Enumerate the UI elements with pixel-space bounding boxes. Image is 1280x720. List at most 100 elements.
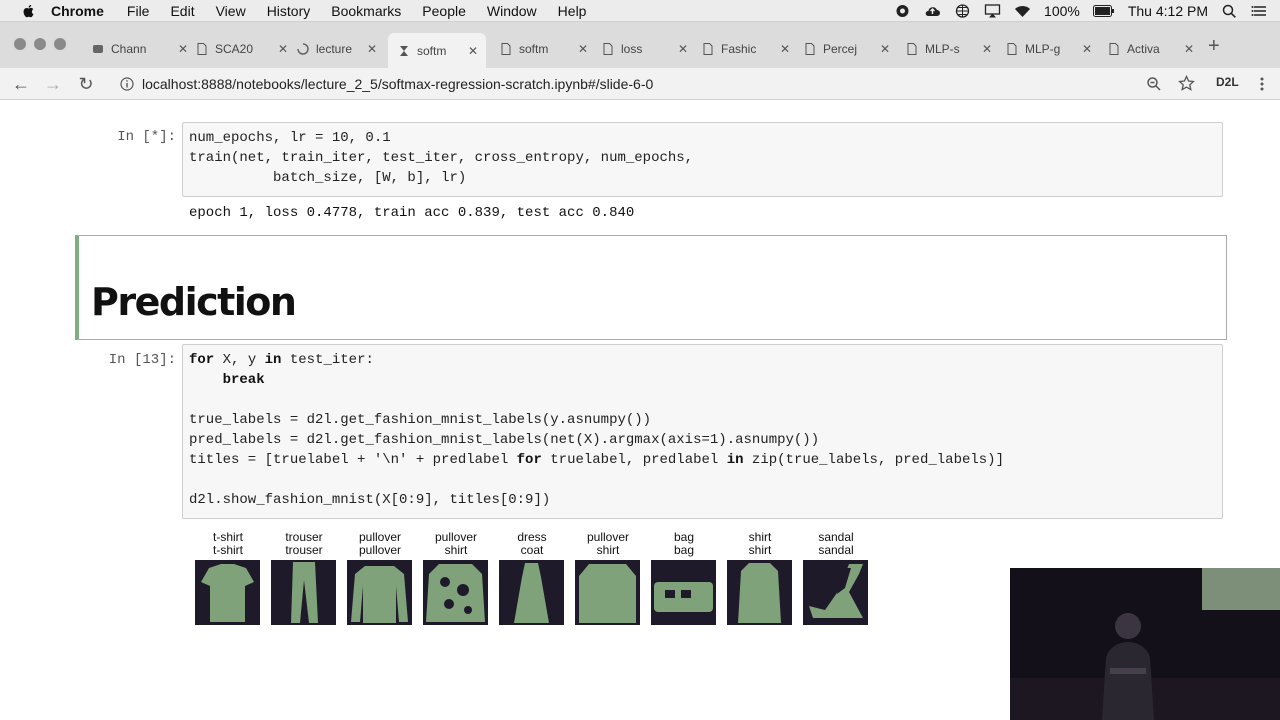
webcam-overlay bbox=[1010, 568, 1280, 720]
tab-label: loss bbox=[621, 42, 643, 56]
tab-label: MLP-s bbox=[925, 42, 960, 56]
window-minimize-button[interactable] bbox=[34, 38, 46, 50]
battery-icon[interactable] bbox=[1092, 4, 1115, 18]
tab-softmax-2[interactable]: softm ✕ bbox=[500, 35, 588, 63]
tab-loss[interactable]: loss ✕ bbox=[602, 35, 688, 63]
bookmark-star-icon[interactable] bbox=[1178, 75, 1195, 92]
tab-close-icon[interactable]: ✕ bbox=[178, 42, 188, 56]
pred-label: pullover bbox=[358, 543, 402, 557]
document-icon bbox=[1007, 43, 1017, 55]
document-icon bbox=[1109, 43, 1119, 55]
tab-mlp-scratch[interactable]: MLP-s ✕ bbox=[906, 35, 992, 63]
cell-output: epoch 1, loss 0.4778, train acc 0.839, t… bbox=[189, 205, 635, 221]
tab-sca20[interactable]: SCA20 ✕ bbox=[196, 35, 288, 63]
jupyter-icon bbox=[400, 45, 408, 56]
shirt-image bbox=[727, 560, 792, 625]
reload-button[interactable]: ↻ bbox=[75, 73, 97, 95]
tab-activation[interactable]: Activa ✕ bbox=[1108, 35, 1194, 63]
menu-edit[interactable]: Edit bbox=[170, 3, 194, 19]
document-icon bbox=[907, 43, 917, 55]
window-close-button[interactable] bbox=[14, 38, 26, 50]
zoom-icon[interactable] bbox=[1146, 76, 1162, 92]
apple-logo-icon[interactable] bbox=[21, 3, 37, 19]
window-zoom-button[interactable] bbox=[54, 38, 66, 50]
url-text: localhost:8888/notebooks/lecture_2_5/sof… bbox=[142, 76, 654, 92]
keyword: in bbox=[726, 452, 744, 468]
figure-item: dress coat bbox=[499, 531, 565, 625]
code-line: batch_size, [W, b], lr) bbox=[189, 170, 467, 186]
back-button[interactable]: ← bbox=[10, 73, 32, 95]
tab-perceptron[interactable]: Percej ✕ bbox=[804, 35, 890, 63]
code-line: true_labels = d2l.get_fashion_mnist_labe… bbox=[189, 412, 652, 428]
menu-file[interactable]: File bbox=[127, 3, 150, 19]
globe-icon[interactable] bbox=[954, 4, 971, 18]
tab-close-icon[interactable]: ✕ bbox=[278, 42, 288, 56]
clock[interactable]: Thu 4:12 PM bbox=[1128, 3, 1208, 19]
tab-favicon-icon bbox=[93, 45, 103, 53]
tab-label: softm bbox=[417, 43, 447, 58]
keyword: in bbox=[264, 352, 282, 368]
document-icon bbox=[805, 43, 815, 55]
notification-center-icon[interactable] bbox=[1251, 4, 1268, 18]
tab-label: MLP-g bbox=[1025, 42, 1061, 56]
tab-label: lecture bbox=[316, 42, 353, 56]
tab-lecture[interactable]: lecture ✕ bbox=[297, 35, 377, 63]
tab-channel[interactable]: Chann ✕ bbox=[92, 35, 188, 63]
wifi-icon[interactable] bbox=[1014, 4, 1031, 18]
figure-item: trouser trouser bbox=[271, 531, 337, 625]
menu-bar: Chrome File Edit View History Bookmarks … bbox=[0, 0, 1280, 22]
menu-view[interactable]: View bbox=[216, 3, 246, 19]
figure-item: pullover shirt bbox=[423, 531, 489, 625]
code-cell-train[interactable]: num_epochs, lr = 10, 0.1 train(net, train… bbox=[182, 122, 1223, 197]
section-heading: Prediction bbox=[91, 280, 297, 324]
code-line: train(net, train_iter, test_iter, cross_… bbox=[189, 150, 694, 166]
forward-button[interactable]: → bbox=[42, 73, 64, 95]
menu-help[interactable]: Help bbox=[558, 3, 587, 19]
pred-label: sandal bbox=[818, 543, 854, 557]
code-text: test_iter: bbox=[281, 352, 374, 368]
cell-prompt: In [*]: bbox=[117, 129, 176, 145]
tab-close-icon[interactable]: ✕ bbox=[780, 42, 790, 56]
tab-close-icon[interactable]: ✕ bbox=[367, 42, 377, 56]
cloud-upload-icon[interactable] bbox=[924, 4, 941, 18]
code-line: num_epochs, lr = 10, 0.1 bbox=[189, 130, 391, 146]
airplay-icon[interactable] bbox=[984, 4, 1001, 18]
pullover-image bbox=[347, 560, 412, 625]
site-info-icon[interactable] bbox=[120, 77, 134, 91]
tab-strip: Chann ✕ SCA20 ✕ lecture ✕ softm ✕ softm … bbox=[0, 22, 1280, 68]
tab-close-icon[interactable]: ✕ bbox=[982, 42, 992, 56]
sandal-image bbox=[803, 560, 868, 625]
notebook-area: In [*]: num_epochs, lr = 10, 0.1 train(ne… bbox=[0, 101, 1280, 720]
code-cell-predict[interactable]: for X, y in test_iter: break true_labels… bbox=[182, 344, 1223, 519]
tshirt-image bbox=[195, 560, 260, 625]
tab-close-icon[interactable]: ✕ bbox=[578, 42, 588, 56]
code-line: titles = [truelabel + '\n' + predlabel f… bbox=[189, 450, 1216, 470]
tab-softmax-active[interactable]: softm ✕ bbox=[388, 33, 486, 68]
tab-label: Percej bbox=[823, 42, 858, 56]
markdown-cell[interactable]: Prediction bbox=[75, 235, 1227, 340]
tab-close-icon[interactable]: ✕ bbox=[1184, 42, 1194, 56]
tab-mlp-gluon[interactable]: MLP-g ✕ bbox=[1006, 35, 1092, 63]
browser-toolbar: ← → ↻ localhost:8888/notebooks/lecture_2… bbox=[0, 68, 1280, 100]
tab-close-icon[interactable]: ✕ bbox=[468, 44, 478, 58]
figure-item: pullover pullover bbox=[347, 531, 413, 625]
menu-people[interactable]: People bbox=[422, 3, 466, 19]
menu-app-name[interactable]: Chrome bbox=[51, 3, 104, 19]
d2l-extension-button[interactable]: D2L bbox=[1216, 75, 1239, 89]
chrome-menu-icon[interactable] bbox=[1259, 76, 1265, 92]
tab-close-icon[interactable]: ✕ bbox=[1082, 42, 1092, 56]
tab-fashion[interactable]: Fashic ✕ bbox=[702, 35, 790, 63]
spotlight-search-icon[interactable] bbox=[1221, 4, 1238, 18]
tab-close-icon[interactable]: ✕ bbox=[678, 42, 688, 56]
menu-window[interactable]: Window bbox=[487, 3, 537, 19]
address-bar[interactable]: localhost:8888/notebooks/lecture_2_5/sof… bbox=[108, 71, 1208, 97]
new-tab-button[interactable]: + bbox=[1208, 35, 1220, 58]
menu-history[interactable]: History bbox=[267, 3, 311, 19]
tab-close-icon[interactable]: ✕ bbox=[880, 42, 890, 56]
pred-label: shirt bbox=[596, 543, 620, 557]
menu-bookmarks[interactable]: Bookmarks bbox=[331, 3, 401, 19]
tab-label: SCA20 bbox=[215, 42, 254, 56]
camera-status-icon[interactable] bbox=[894, 4, 911, 18]
pred-label: t-shirt bbox=[213, 543, 243, 557]
